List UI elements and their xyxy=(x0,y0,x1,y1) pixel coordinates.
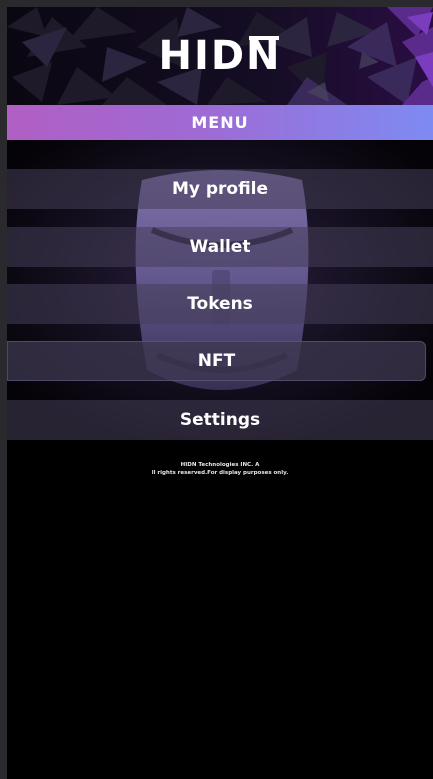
hidn-logo: HIDN xyxy=(158,33,282,79)
menu-title-bar: MENU xyxy=(7,105,433,140)
footer-line-1: HIDN Technologies INC. A xyxy=(180,462,260,468)
menu-item-nft[interactable]: NFT xyxy=(7,341,426,381)
app-frame: HIDN MENU My profile Wallet Tokens NFT S… xyxy=(7,7,433,779)
menu-item-wallet[interactable]: Wallet xyxy=(7,227,433,267)
header-banner: HIDN xyxy=(7,7,433,105)
menu-item-my-profile[interactable]: My profile xyxy=(7,169,433,209)
menu-item-tokens[interactable]: Tokens xyxy=(7,284,433,324)
footer-copyright: HIDN Technologies INC. A ll rights reser… xyxy=(7,461,433,477)
menu-item-settings[interactable]: Settings xyxy=(7,400,433,440)
footer-line-2: ll rights reserved.For display purposes … xyxy=(151,470,289,476)
logo-last-letter: N xyxy=(246,33,282,79)
